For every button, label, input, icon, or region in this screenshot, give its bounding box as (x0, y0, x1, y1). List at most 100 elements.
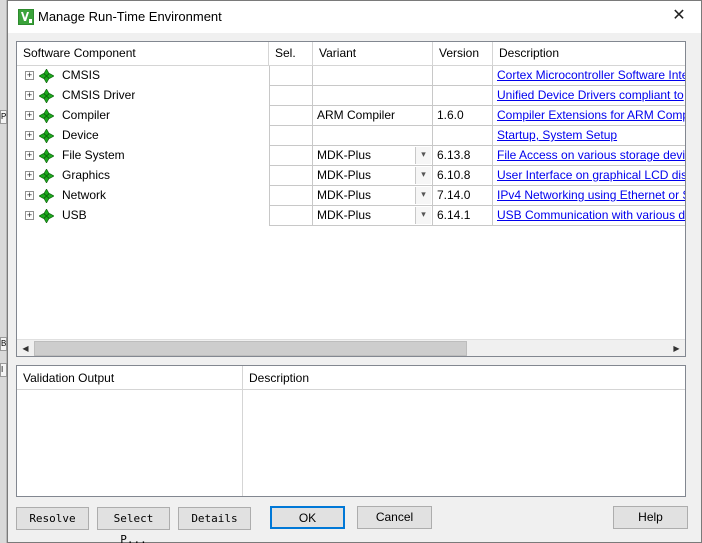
expand-plus-icon[interactable]: + (25, 171, 34, 180)
variant-cell[interactable]: MDK-Plus ▾ (313, 166, 433, 186)
variant-cell (313, 86, 433, 106)
component-name: File System (62, 148, 125, 162)
description-link[interactable]: Compiler Extensions for ARM Comp (493, 106, 685, 126)
component-gem-icon (39, 109, 54, 123)
column-header-variant[interactable]: Variant (313, 42, 433, 66)
version-cell-text: 7.14.0 (437, 188, 471, 202)
variant-dropdown-icon[interactable]: ▾ (415, 187, 431, 204)
expand-plus-icon[interactable]: + (25, 91, 34, 100)
variant-dropdown-icon[interactable]: ▾ (415, 207, 431, 224)
version-cell: 7.14.0 (433, 186, 493, 206)
variant-dropdown-icon[interactable]: ▾ (415, 167, 431, 184)
component-name: CMSIS (62, 68, 101, 82)
component-row[interactable]: + CMSIS Driver Unified Device Drivers comp… (17, 86, 685, 106)
sel-cell[interactable] (269, 146, 313, 166)
column-header-description[interactable]: Description (493, 42, 685, 66)
description-link-text[interactable]: Startup, System Setup (497, 128, 617, 142)
ok-button[interactable]: OK (270, 506, 345, 529)
version-cell: 6.10.8 (433, 166, 493, 186)
expand-plus-icon[interactable]: + (25, 211, 34, 220)
version-cell (433, 126, 493, 146)
validation-column-divider (242, 366, 243, 496)
version-cell (433, 66, 493, 86)
description-link[interactable]: File Access on various storage devic (493, 146, 685, 166)
description-link-text[interactable]: Cortex Microcontroller Software Inte (497, 68, 685, 82)
expand-plus-icon[interactable]: + (25, 131, 34, 140)
sel-cell[interactable] (269, 106, 313, 126)
sel-cell[interactable] (269, 66, 313, 86)
background-tab: B (0, 337, 7, 351)
help-button[interactable]: Help (613, 506, 688, 529)
column-header-software-component[interactable]: Software Component (17, 42, 269, 66)
component-row[interactable]: + Device Startup, System Setup (17, 126, 685, 146)
sel-cell[interactable] (269, 86, 313, 106)
uvision-app-icon (18, 9, 34, 25)
component-row[interactable]: + Compiler ARM Compiler 1.6.0 Compiler Exten… (17, 106, 685, 126)
version-cell-text: 6.13.8 (437, 148, 471, 162)
expand-plus-icon[interactable]: + (25, 151, 34, 160)
description-link[interactable]: IPv4 Networking using Ethernet or S (493, 186, 685, 206)
close-icon[interactable]: ✕ (664, 5, 694, 27)
sel-cell[interactable] (269, 166, 313, 186)
variant-cell-text[interactable]: MDK-Plus (317, 208, 371, 222)
variant-cell[interactable]: MDK-Plus ▾ (313, 206, 433, 226)
horizontal-scrollbar[interactable]: ◀ ▶ (17, 339, 685, 356)
component-gem-icon (39, 209, 54, 223)
column-header-version[interactable]: Version (433, 42, 493, 66)
description-link[interactable]: USB Communication with various d (493, 206, 685, 226)
component-row[interactable]: + Network MDK-Plus ▾ 7.14.0 IPv4 Networking u… (17, 186, 685, 206)
expand-plus-icon[interactable]: + (25, 111, 34, 120)
variant-cell (313, 126, 433, 146)
scroll-right-icon[interactable]: ▶ (668, 340, 685, 356)
component-gem-icon (39, 89, 54, 103)
description-link-text[interactable]: User Interface on graphical LCD disp (497, 168, 685, 182)
details-button[interactable]: Details (178, 507, 251, 530)
window-title: Manage Run-Time Environment (38, 9, 222, 24)
variant-cell[interactable]: MDK-Plus ▾ (313, 146, 433, 166)
version-cell: 6.14.1 (433, 206, 493, 226)
column-header-validation-description[interactable]: Description (243, 366, 543, 390)
component-name: USB (62, 208, 87, 222)
description-link[interactable]: Startup, System Setup (493, 126, 685, 146)
variant-cell-text[interactable]: MDK-Plus (317, 148, 371, 162)
expand-plus-icon[interactable]: + (25, 191, 34, 200)
sel-cell[interactable] (269, 206, 313, 226)
manage-rte-dialog: Manage Run-Time Environment ✕ Software C… (7, 0, 702, 543)
background-tab: I (0, 363, 7, 377)
version-cell-text: 1.6.0 (437, 108, 464, 122)
description-link-text[interactable]: IPv4 Networking using Ethernet or S (497, 188, 685, 202)
variant-cell (313, 66, 433, 86)
select-packs-button[interactable]: Select P... (97, 507, 170, 543)
component-name: CMSIS Driver (62, 88, 136, 102)
variant-cell-text[interactable]: MDK-Plus (317, 168, 371, 182)
description-link-text[interactable]: Compiler Extensions for ARM Comp (497, 108, 685, 122)
software-component-grid: Software Component Sel. Variant Version … (16, 41, 686, 357)
version-cell-text: 6.10.8 (437, 168, 471, 182)
column-header-sel[interactable]: Sel. (269, 42, 313, 66)
version-cell: 1.6.0 (433, 106, 493, 126)
scrollbar-thumb[interactable] (34, 341, 467, 356)
description-link-text[interactable]: USB Communication with various d (497, 208, 685, 222)
cancel-button[interactable]: Cancel (357, 506, 432, 529)
scroll-left-icon[interactable]: ◀ (17, 340, 34, 356)
component-row[interactable]: + File System MDK-Plus ▾ 6.13.8 File Access o… (17, 146, 685, 166)
component-row[interactable]: + USB MDK-Plus ▾ 6.14.1 USB Communication wit… (17, 206, 685, 226)
component-row[interactable]: + Graphics MDK-Plus ▾ 6.10.8 User Interface o… (17, 166, 685, 186)
description-link[interactable]: User Interface on graphical LCD disp (493, 166, 685, 186)
sel-cell[interactable] (269, 186, 313, 206)
component-row[interactable]: + CMSIS Cortex Microcontroller Software In… (17, 66, 685, 86)
sel-cell[interactable] (269, 126, 313, 146)
variant-cell-text[interactable]: MDK-Plus (317, 188, 371, 202)
resolve-button[interactable]: Resolve (16, 507, 89, 530)
component-gem-icon (39, 149, 54, 163)
variant-dropdown-icon[interactable]: ▾ (415, 147, 431, 164)
description-link[interactable]: Cortex Microcontroller Software Inte (493, 66, 685, 86)
description-link-text[interactable]: File Access on various storage devic (497, 148, 685, 162)
description-link-text[interactable]: Unified Device Drivers compliant to (497, 88, 684, 102)
column-header-validation-output[interactable]: Validation Output (17, 366, 242, 390)
title-bar[interactable]: Manage Run-Time Environment ✕ (8, 1, 701, 33)
description-link[interactable]: Unified Device Drivers compliant to (493, 86, 685, 106)
expand-plus-icon[interactable]: + (25, 71, 34, 80)
variant-cell[interactable]: MDK-Plus ▾ (313, 186, 433, 206)
validation-panel: Validation Output Description (16, 365, 686, 497)
